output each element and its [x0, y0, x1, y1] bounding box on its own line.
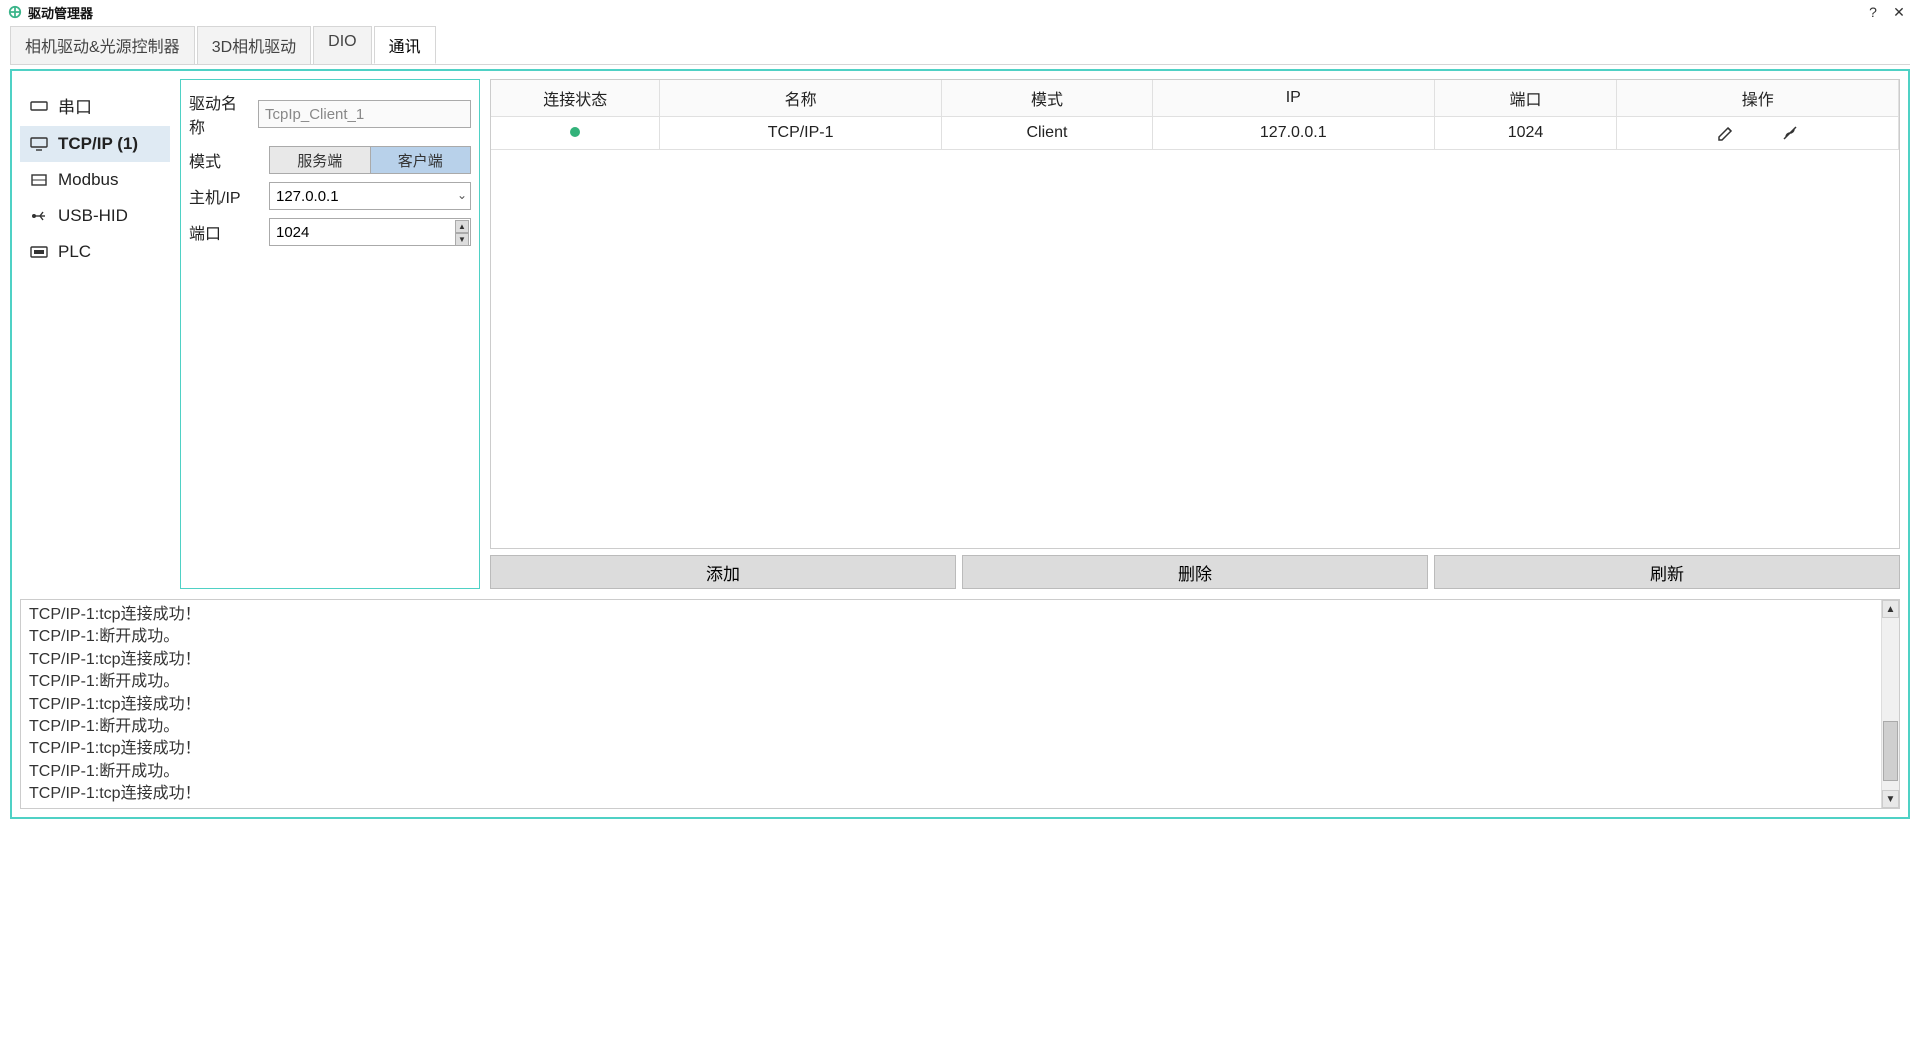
delete-button[interactable]: 删除: [962, 555, 1428, 589]
table-header-row: 连接状态 名称 模式 IP 端口 操作: [491, 80, 1899, 117]
serial-port-icon: [30, 99, 48, 113]
port-spin-down[interactable]: ▼: [455, 233, 469, 246]
driver-name-label: 驱动名称: [189, 90, 250, 138]
driver-form: 驱动名称 模式 服务端 客户端 主机/IP ⌄ 端口: [180, 79, 480, 589]
host-label: 主机/IP: [189, 184, 261, 208]
log-line: TCP/IP-1:tcp连接成功！: [29, 649, 1891, 671]
sidebar-item-modbus[interactable]: Modbus: [20, 162, 170, 198]
sidebar-item-label: Modbus: [58, 170, 118, 190]
log-line: TCP/IP-1:断开成功。: [29, 626, 1891, 648]
close-button[interactable]: ✕: [1886, 4, 1912, 21]
app-icon: [8, 5, 22, 19]
table-row[interactable]: TCP/IP-1 Client 127.0.0.1 1024: [491, 117, 1899, 150]
th-mode: 模式: [941, 80, 1152, 117]
connections-panel: 连接状态 名称 模式 IP 端口 操作 TCP/IP-1 Client: [490, 79, 1900, 589]
scroll-down-icon[interactable]: ▼: [1882, 790, 1899, 808]
sidebar-item-label: 串口: [58, 93, 92, 118]
port-label: 端口: [189, 220, 261, 244]
mode-toggle: 服务端 客户端: [269, 146, 471, 174]
outer-tabs: 相机驱动&光源控制器 3D相机驱动 DIO 通讯: [10, 26, 1910, 65]
tab-dio[interactable]: DIO: [313, 26, 371, 64]
log-line: TCP/IP-1:断开成功。: [29, 716, 1891, 738]
sidebar-item-serial[interactable]: 串口: [20, 85, 170, 126]
log-line: TCP/IP-1:tcp连接成功！: [29, 783, 1891, 805]
refresh-button[interactable]: 刷新: [1434, 555, 1900, 589]
port-spin-up[interactable]: ▲: [455, 220, 469, 233]
log-line: TCP/IP-1:tcp连接成功！: [29, 604, 1891, 626]
connections-table: 连接状态 名称 模式 IP 端口 操作 TCP/IP-1 Client: [491, 80, 1899, 150]
th-action: 操作: [1617, 80, 1899, 117]
log-line: TCP/IP-1:断开成功。: [29, 761, 1891, 783]
monitor-icon: [30, 137, 48, 151]
sidebar-item-label: USB-HID: [58, 206, 128, 226]
usb-icon: [30, 209, 48, 223]
modbus-icon: [30, 173, 48, 187]
window-title: 驱动管理器: [28, 3, 93, 22]
log-scrollbar[interactable]: ▲ ▼: [1881, 600, 1899, 808]
sidebar-item-usb-hid[interactable]: USB-HID: [20, 198, 170, 234]
cell-name: TCP/IP-1: [660, 117, 942, 150]
th-status: 连接状态: [491, 80, 660, 117]
th-name: 名称: [660, 80, 942, 117]
tab-camera-light[interactable]: 相机驱动&光源控制器: [10, 26, 195, 64]
th-port: 端口: [1434, 80, 1617, 117]
log-line: TCP/IP-1:tcp连接成功！: [29, 738, 1891, 760]
status-dot-connected: [570, 127, 580, 137]
cell-port: 1024: [1434, 117, 1617, 150]
titlebar: 驱动管理器 ? ✕: [0, 0, 1920, 24]
plc-icon: [30, 245, 48, 259]
tab-3d-camera[interactable]: 3D相机驱动: [197, 26, 311, 64]
add-button[interactable]: 添加: [490, 555, 956, 589]
edit-icon[interactable]: [1716, 123, 1736, 143]
log-lines: TCP/IP-1:tcp连接成功！TCP/IP-1:断开成功。TCP/IP-1:…: [21, 600, 1899, 809]
tab-comm[interactable]: 通讯: [374, 26, 436, 64]
log-panel: TCP/IP-1:tcp连接成功！TCP/IP-1:断开成功。TCP/IP-1:…: [20, 599, 1900, 809]
action-buttons: 添加 删除 刷新: [490, 555, 1900, 589]
cell-mode: Client: [941, 117, 1152, 150]
host-input[interactable]: [269, 182, 471, 210]
scroll-thumb[interactable]: [1883, 721, 1898, 781]
mode-server-button[interactable]: 服务端: [270, 147, 371, 173]
disconnect-icon[interactable]: [1780, 123, 1800, 143]
sidebar-item-label: TCP/IP (1): [58, 134, 138, 154]
log-line: TCP/IP-1:断开成功。: [29, 671, 1891, 693]
mode-client-button[interactable]: 客户端: [371, 147, 471, 173]
connections-table-wrap: 连接状态 名称 模式 IP 端口 操作 TCP/IP-1 Client: [490, 79, 1900, 549]
scroll-up-icon[interactable]: ▲: [1882, 600, 1899, 618]
log-line: TCP/IP-1:tcp连接成功！: [29, 694, 1891, 716]
port-input[interactable]: [269, 218, 471, 246]
cell-ip: 127.0.0.1: [1153, 117, 1435, 150]
mode-label: 模式: [189, 148, 261, 172]
sidebar-item-tcpip[interactable]: TCP/IP (1): [20, 126, 170, 162]
sidebar-item-label: PLC: [58, 242, 91, 262]
help-button[interactable]: ?: [1860, 4, 1886, 20]
sidebar-item-plc[interactable]: PLC: [20, 234, 170, 270]
driver-name-input[interactable]: [258, 100, 471, 128]
th-ip: IP: [1153, 80, 1435, 117]
comm-sidebar: 串口 TCP/IP (1) Modbus USB-HID PLC: [20, 79, 170, 589]
comm-panel: 串口 TCP/IP (1) Modbus USB-HID PLC 驱动名称: [10, 69, 1910, 819]
